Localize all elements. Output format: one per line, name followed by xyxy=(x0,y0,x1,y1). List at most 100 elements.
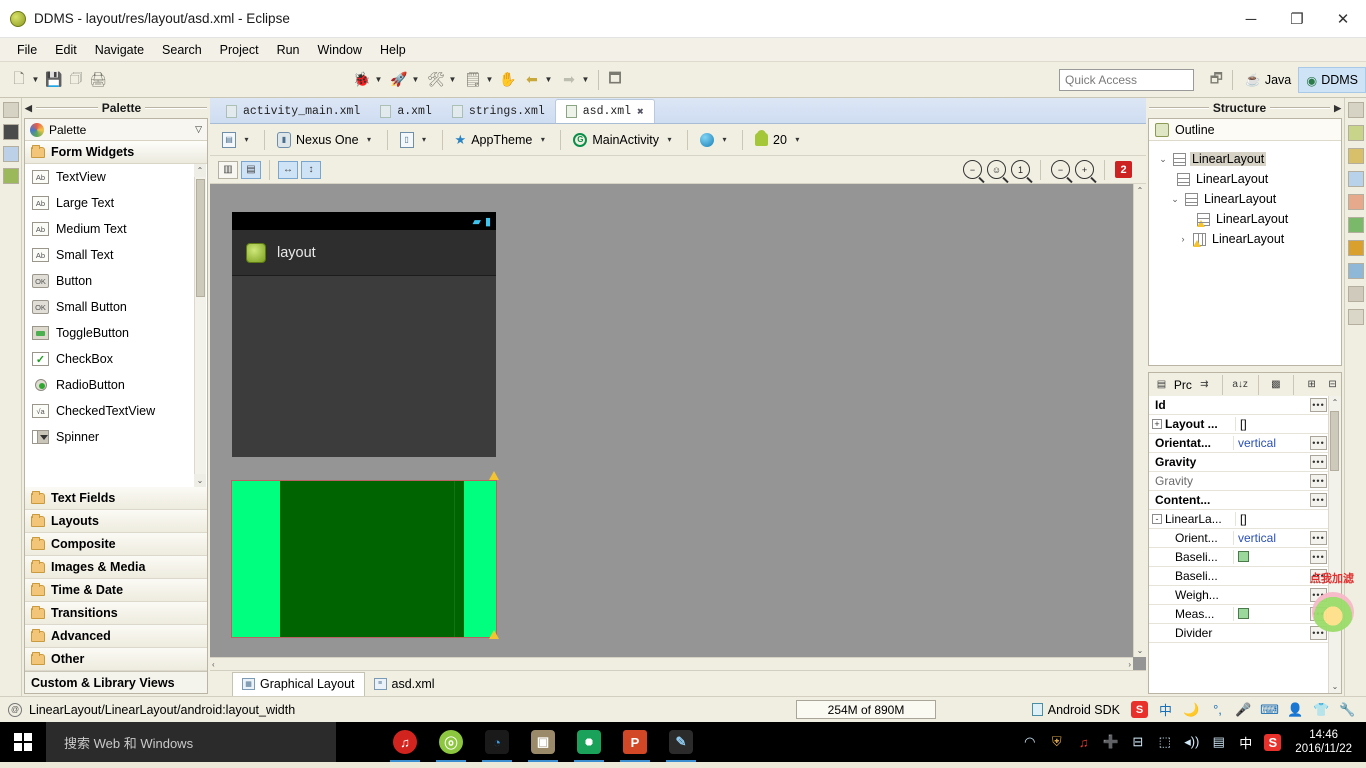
properties-tab-label[interactable]: Prc xyxy=(1174,378,1192,392)
chevron-down-icon[interactable]: ▼ xyxy=(580,75,591,84)
zoom-fit-icon[interactable]: − xyxy=(963,160,982,179)
palette-category-layouts[interactable]: Layouts xyxy=(25,510,207,533)
pin-editor-icon[interactable]: 🗖 xyxy=(604,69,626,91)
show-included-toggle[interactable]: ▤ xyxy=(241,160,261,179)
taskbar-app-photo-viewer[interactable]: ▣ xyxy=(522,722,564,762)
tree-item-linearlayout-root[interactable]: ⌄ LinearLayout xyxy=(1149,149,1341,169)
tree-item-linearlayout-2[interactable]: ⌄ LinearLayout xyxy=(1149,189,1341,209)
taskbar-app-powerpoint[interactable]: P xyxy=(614,722,656,762)
start-button[interactable] xyxy=(0,722,46,762)
scroll-right-arrow[interactable]: › xyxy=(1128,660,1131,669)
new-button[interactable]: 🗋 ▼ xyxy=(6,67,43,93)
property-editor-button[interactable]: ••• xyxy=(1310,474,1327,488)
emulator-control-icon[interactable] xyxy=(2,168,19,184)
chevron-down-icon[interactable]: ▾ xyxy=(364,135,375,144)
palette-item-spinner[interactable]: Spinner xyxy=(25,424,207,450)
chevron-down-icon[interactable]: ▼ xyxy=(410,75,421,84)
property-editor-button[interactable]: ••• xyxy=(1310,436,1327,450)
chevron-down-icon[interactable]: ▼ xyxy=(373,75,384,84)
restore-icon[interactable] xyxy=(2,102,19,118)
sdk-status[interactable]: Android SDK xyxy=(1031,703,1120,717)
property-editor-button[interactable]: ••• xyxy=(1310,493,1327,507)
chevron-down-icon[interactable]: ▼ xyxy=(30,75,41,84)
update-icon[interactable]: ➕ xyxy=(1102,734,1119,750)
palette-item-togglebutton[interactable]: ToggleButton xyxy=(25,320,207,346)
palette-item-checkbox[interactable]: ✓ CheckBox xyxy=(25,346,207,372)
fit-height-button[interactable]: ↕ xyxy=(301,160,321,179)
palette-item-small-button[interactable]: OK Small Button xyxy=(25,294,207,320)
scrollbar-thumb[interactable] xyxy=(1330,411,1339,471)
chevron-down-icon[interactable]: ▾ xyxy=(241,135,252,144)
sogou-icon[interactable]: S xyxy=(1131,701,1148,718)
menu-run[interactable]: Run xyxy=(268,41,309,59)
skin-icon[interactable]: 👕 xyxy=(1313,702,1330,718)
collapse-right-icon[interactable]: ▶ xyxy=(1334,103,1341,114)
chevron-down-icon[interactable]: ▾ xyxy=(664,135,675,144)
palette-item-medium-text[interactable]: Ab Medium Text xyxy=(25,216,207,242)
scroll-left-arrow[interactable]: ‹ xyxy=(212,660,215,669)
property-row-baseline-aligned[interactable]: Baseli... ••• xyxy=(1149,548,1341,567)
collapse-icon[interactable]: - xyxy=(1152,514,1162,524)
property-value[interactable]: [] xyxy=(1235,512,1341,526)
locale-selector-button[interactable]: ▾ xyxy=(696,128,734,152)
usb-icon[interactable]: ⊟ xyxy=(1129,734,1146,750)
heap-view-icon[interactable] xyxy=(1347,148,1364,164)
property-row-content[interactable]: Content... ••• xyxy=(1149,491,1341,510)
property-value[interactable] xyxy=(1233,607,1310,621)
canvas-vertical-scrollbar[interactable]: ⌃ ⌄ xyxy=(1133,184,1146,657)
property-editor-button[interactable]: ••• xyxy=(1310,550,1327,564)
api-level-selector-button[interactable]: 20 ▾ xyxy=(751,128,807,152)
menu-project[interactable]: Project xyxy=(211,41,268,59)
editor-tab-strings-xml[interactable]: strings.xml xyxy=(442,99,555,123)
tree-item-linearlayout-1[interactable]: LinearLayout xyxy=(1149,169,1341,189)
heap-status[interactable]: 254M of 890M xyxy=(796,700,936,719)
user-icon[interactable]: 👤 xyxy=(1287,702,1304,718)
layout-canvas[interactable]: ▰ ▮ layout ⌃ ⌄ ‹ › xyxy=(210,184,1146,670)
activity-selector-button[interactable]: G MainActivity ▾ xyxy=(569,128,679,152)
toolbox-icon[interactable]: 🔧 xyxy=(1339,702,1356,718)
scroll-down-arrow[interactable]: ⌄ xyxy=(194,474,206,487)
property-row-id[interactable]: Id ••• xyxy=(1149,396,1341,415)
moon-icon[interactable]: 🌙 xyxy=(1183,702,1200,718)
save-all-icon[interactable]: 🗇 xyxy=(65,69,87,91)
minimize-button[interactable]: ─ xyxy=(1228,0,1274,38)
minimize-view-icon[interactable] xyxy=(1347,102,1364,118)
allocation-tracker-icon[interactable] xyxy=(1347,171,1364,187)
taskbar-app-rss-reader[interactable]: ◔ xyxy=(476,722,518,762)
property-row-measure-with-largest-child[interactable]: Meas... ••• xyxy=(1149,605,1341,624)
forward-button[interactable]: ➡ ▼ xyxy=(556,67,593,93)
fit-width-button[interactable]: ↔ xyxy=(278,160,298,179)
logcat-icon[interactable] xyxy=(1347,286,1364,302)
security-icon[interactable]: ⛨ xyxy=(1048,734,1065,750)
palette-category-transitions[interactable]: Transitions xyxy=(25,602,207,625)
palette-category-time-date[interactable]: Time & Date xyxy=(25,579,207,602)
volume-icon[interactable]: ◂)) xyxy=(1183,734,1200,750)
expand-all-icon[interactable]: ⊞ xyxy=(1303,376,1320,394)
config-selector-button[interactable]: ▤ ▾ xyxy=(218,128,256,152)
taskbar-search-input[interactable]: 搜索 Web 和 Windows xyxy=(46,722,336,762)
show-outline-toggle[interactable]: ▥ xyxy=(218,160,238,179)
taskbar-app-maxthon-browser[interactable]: ⓞ xyxy=(430,722,472,762)
chevron-down-icon[interactable]: ▼ xyxy=(484,75,495,84)
chevron-down-icon[interactable]: ▾ xyxy=(419,135,430,144)
action-center-icon[interactable]: ▤ xyxy=(1210,734,1227,750)
open-perspective-icon[interactable]: 🗗 xyxy=(1205,69,1227,91)
property-row-divider[interactable]: Divider ••• xyxy=(1149,624,1341,643)
sort-alpha-icon[interactable]: a↓z xyxy=(1232,376,1249,394)
property-value[interactable]: vertical xyxy=(1233,436,1310,450)
scrollbar-thumb[interactable] xyxy=(196,179,205,297)
trash-icon[interactable] xyxy=(1031,703,1043,716)
tree-item-linearlayout-3[interactable]: LinearLayout xyxy=(1149,209,1341,229)
network-icon[interactable]: ⬚ xyxy=(1156,734,1173,750)
menu-help[interactable]: Help xyxy=(371,41,415,59)
chevron-down-icon[interactable]: ▽ xyxy=(195,124,202,135)
palette-category-custom-library-views[interactable]: Custom & Library Views xyxy=(25,671,207,693)
expand-icon[interactable]: + xyxy=(1152,419,1162,429)
property-row-baseline-aligned-child[interactable]: Baseli... ••• xyxy=(1149,567,1341,586)
netease-tray-icon[interactable]: ♫ xyxy=(1075,735,1092,750)
property-row-orientation[interactable]: Orientat... vertical ••• xyxy=(1149,434,1341,453)
palette-item-checkedtextview[interactable]: √a CheckedTextView xyxy=(25,398,207,424)
canvas-horizontal-scrollbar[interactable]: ‹ › xyxy=(210,657,1133,670)
editor-tab-activity-main[interactable]: activity_main.xml xyxy=(216,99,370,123)
maximize-button[interactable]: ❐ xyxy=(1274,0,1320,38)
